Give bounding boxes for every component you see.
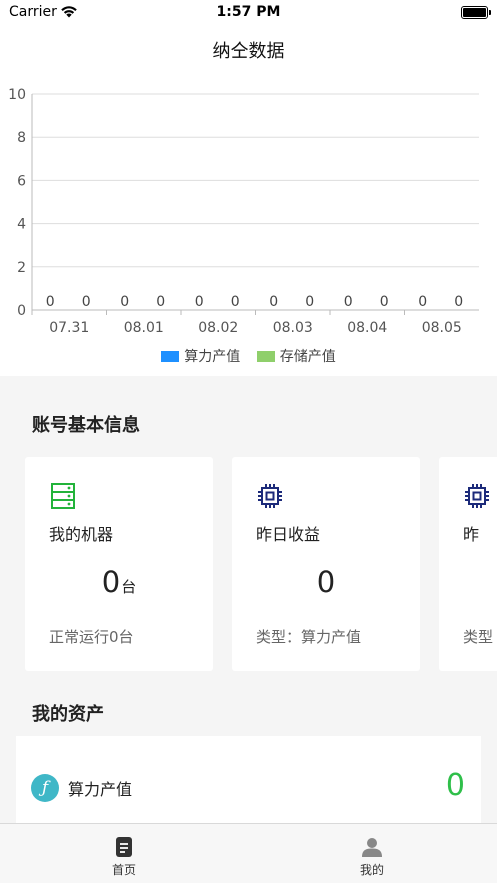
card-title: 昨 <box>463 525 480 544</box>
x-tick-label: 08.05 <box>422 320 462 336</box>
tab-home[interactable]: 首页 <box>0 824 248 883</box>
data-label: 0 <box>454 294 463 310</box>
card-partial[interactable]: 昨 类型 <box>439 457 497 671</box>
clock: 1:57 PM <box>216 4 281 20</box>
data-label: 0 <box>344 294 353 310</box>
data-label: 0 <box>231 294 240 310</box>
y-tick-label: 10 <box>8 87 26 103</box>
x-tick-label: 07.31 <box>49 320 89 336</box>
chart-legend: 算力产值 存储产值 <box>0 346 497 366</box>
legend-item-storage[interactable]: 存储产值 <box>256 346 336 366</box>
filecoin-icon: ƒ <box>31 774 59 802</box>
card-yesterday-earnings[interactable]: 昨日收益 0 类型：算力产值 <box>232 457 420 671</box>
data-label: 0 <box>156 294 165 310</box>
data-label: 0 <box>46 294 55 310</box>
card-value-number: 0 <box>101 565 121 599</box>
data-label: 0 <box>120 294 129 310</box>
tab-home-label: 首页 <box>111 863 136 877</box>
asset-label: 算力产值 <box>68 780 133 799</box>
page-title: 纳仝数据 <box>212 41 285 62</box>
data-label: 0 <box>418 294 427 310</box>
assets-section-title: 我的资产 <box>32 704 104 725</box>
battery-icon <box>461 6 491 19</box>
y-tick-label: 2 <box>17 260 26 276</box>
chip-icon <box>258 484 282 508</box>
legend-item-compute[interactable]: 算力产值 <box>161 346 240 366</box>
card-title: 昨日收益 <box>256 525 321 544</box>
y-tick-label: 6 <box>17 173 26 189</box>
card-subtext: 类型：算力产值 <box>256 628 362 646</box>
data-label: 0 <box>380 294 389 310</box>
legend-label-compute: 算力产值 <box>184 349 241 365</box>
y-tick-label: 0 <box>17 303 26 319</box>
status-bar: Carrier 1:57 PM <box>0 0 497 26</box>
data-label: 0 <box>305 294 314 310</box>
asset-value: 0 <box>445 768 465 803</box>
data-label: 0 <box>269 294 278 310</box>
card-subtext: 正常运行0台 <box>49 628 134 646</box>
data-label: 0 <box>82 294 91 310</box>
chip-icon <box>465 484 489 508</box>
card-my-machines[interactable]: 我的机器 0台 正常运行0台 <box>25 457 213 671</box>
asset-list: ƒ 算力产值 0 <box>16 736 481 824</box>
y-tick-label: 8 <box>17 130 26 146</box>
x-tick-label: 08.01 <box>124 320 164 336</box>
server-icon <box>51 483 75 509</box>
legend-swatch-compute <box>161 351 180 362</box>
tab-mine-label: 我的 <box>359 863 384 877</box>
production-chart: 0 2 4 6 8 10 07.31 0 0 08.01 0 0 08.02 0 0 08.03 0 0 08.04… <box>0 80 497 376</box>
card-value: 0台 <box>25 565 213 599</box>
legend-swatch-storage <box>256 351 275 362</box>
data-label: 0 <box>195 294 204 310</box>
person-icon <box>362 838 382 857</box>
tab-bar: 首页 我的 <box>0 823 497 883</box>
x-tick-label: 08.03 <box>273 320 313 336</box>
card-value-number: 0 <box>316 565 336 599</box>
card-value-unit: 台 <box>121 578 137 596</box>
y-tick-label: 4 <box>17 217 26 233</box>
card-subtext: 类型 <box>463 628 494 646</box>
tab-mine[interactable]: 我的 <box>248 824 496 883</box>
account-section-title: 账号基本信息 <box>32 415 140 436</box>
card-value: 0 <box>232 565 420 599</box>
content-section: 账号基本信息 我的机器 0台 正常运行0台 昨日收益 0 类型：算力产值 昨 类… <box>0 376 497 824</box>
legend-label-storage: 存储产值 <box>279 349 336 365</box>
bar-chart: 0 2 4 6 8 10 07.31 0 0 08.01 0 0 08.02 0 0 08.03 0 0 08.04… <box>8 87 479 336</box>
x-tick-label: 08.02 <box>198 320 238 336</box>
x-tick-label: 08.04 <box>347 320 387 336</box>
home-doc-icon <box>116 837 132 857</box>
card-title: 我的机器 <box>49 525 114 544</box>
